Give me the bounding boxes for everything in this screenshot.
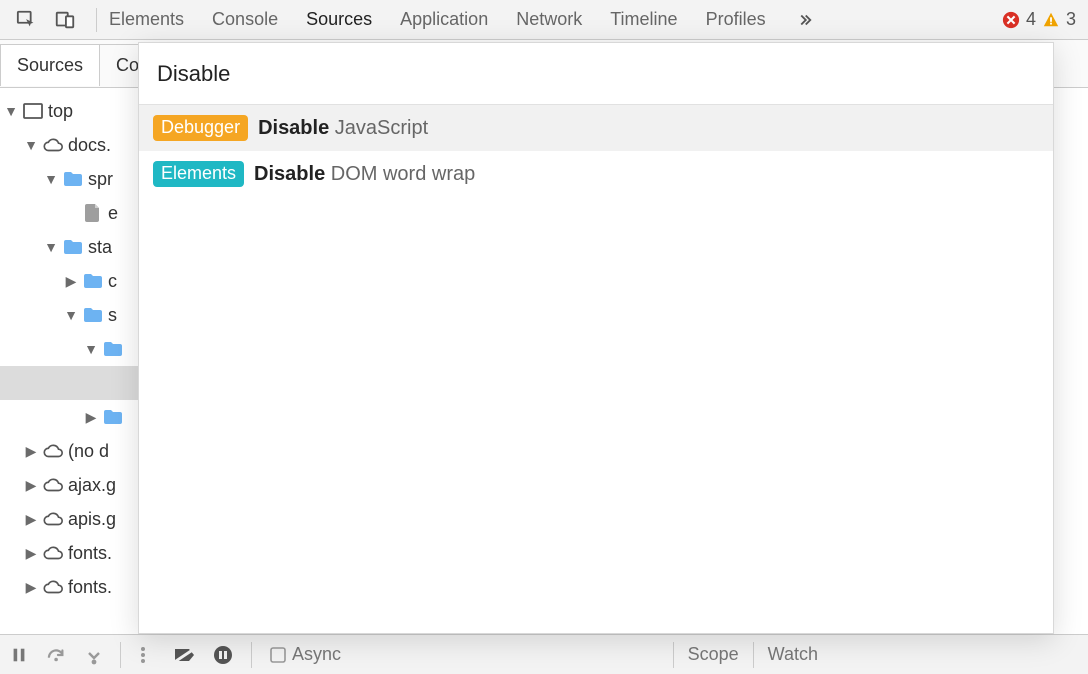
subtab-sources[interactable]: Sources [0, 44, 100, 86]
error-count: 4 [1026, 9, 1036, 30]
tree-item-label: sta [88, 237, 112, 258]
command-label: Disable DOM word wrap [254, 163, 475, 186]
error-icon [1002, 11, 1020, 29]
tree-row[interactable]: apis.g [0, 502, 138, 536]
deactivate-breakpoints-icon[interactable] [173, 646, 197, 664]
device-toggle-icon[interactable] [54, 9, 76, 31]
tab-network[interactable]: Network [516, 9, 582, 30]
tree-row[interactable]: sta [0, 230, 138, 264]
cloud-icon [42, 545, 64, 561]
warning-count: 3 [1066, 9, 1076, 30]
tree-arrow-icon[interactable] [24, 443, 38, 460]
pause-on-exceptions-icon[interactable] [213, 645, 233, 665]
folder-icon [82, 307, 104, 323]
command-palette-results: Debugger Disable JavaScript Elements Disabl… [139, 105, 1053, 197]
tree-row[interactable] [0, 366, 138, 400]
devtools-topbar: Elements Console Sources Application Net… [0, 0, 1088, 40]
tab-timeline[interactable]: Timeline [610, 9, 677, 30]
folder-icon [102, 341, 124, 357]
tab-profiles[interactable]: Profiles [706, 9, 766, 30]
pause-icon[interactable] [10, 646, 28, 664]
scope-tab[interactable]: Scope [688, 644, 739, 665]
panel-tabs: Elements Console Sources Application Net… [109, 9, 1002, 30]
tree-row[interactable]: docs. [0, 128, 138, 162]
tree-item-label: (no d [68, 441, 109, 462]
tab-elements[interactable]: Elements [109, 9, 184, 30]
folder-icon [102, 409, 124, 425]
step-into-icon[interactable] [86, 645, 102, 665]
toolbar-divider [120, 642, 121, 668]
tree-arrow-icon[interactable] [64, 307, 78, 323]
tree-row[interactable] [0, 332, 138, 366]
tab-application[interactable]: Application [400, 9, 488, 30]
category-badge: Debugger [153, 115, 248, 141]
tree-row[interactable]: top [0, 94, 138, 128]
tree-item-label: spr [88, 169, 113, 190]
async-label: Async [292, 644, 341, 665]
tree-item-label: c [108, 271, 117, 292]
tree-arrow-icon[interactable] [84, 409, 98, 426]
tree-arrow-icon[interactable] [84, 341, 98, 357]
tree-row[interactable]: fonts. [0, 570, 138, 604]
tree-item-label: docs. [68, 135, 111, 156]
more-icon[interactable] [139, 645, 147, 665]
tree-item-label: ajax.g [68, 475, 116, 496]
command-palette-item[interactable]: Debugger Disable JavaScript [139, 105, 1053, 151]
warning-icon [1042, 11, 1060, 29]
file-tree[interactable]: top docs. spr e sta cs (no d ajax.g apis.g fonts.… [0, 88, 138, 634]
cloud-icon [42, 511, 64, 527]
async-checkbox[interactable]: Async [270, 644, 341, 665]
debugger-toolbar: Async Scope Watch [0, 634, 1088, 674]
tree-arrow-icon[interactable] [24, 477, 38, 494]
tree-row[interactable]: ajax.g [0, 468, 138, 502]
folder-icon [82, 273, 104, 289]
command-label: Disable JavaScript [258, 117, 428, 140]
cloud-icon [42, 477, 64, 493]
command-palette-item[interactable]: Elements Disable DOM word wrap [139, 151, 1053, 197]
status-counters[interactable]: 4 3 [1002, 9, 1080, 30]
tree-item-label: e [108, 203, 118, 224]
tree-arrow-icon[interactable] [44, 239, 58, 255]
category-badge: Elements [153, 161, 244, 187]
tree-arrow-icon[interactable] [44, 171, 58, 187]
tree-arrow-icon[interactable] [24, 579, 38, 596]
tree-row[interactable]: spr [0, 162, 138, 196]
command-palette: Disable Debugger Disable JavaScript Elemen… [138, 42, 1054, 634]
tree-arrow-icon[interactable] [24, 137, 38, 153]
tree-row[interactable]: (no d [0, 434, 138, 468]
tree-row[interactable]: s [0, 298, 138, 332]
toolbar-divider-4 [753, 642, 754, 668]
step-over-icon[interactable] [46, 646, 68, 664]
tab-sources[interactable]: Sources [306, 9, 372, 30]
tab-console[interactable]: Console [212, 9, 278, 30]
tree-arrow-icon[interactable] [64, 273, 78, 290]
tree-row[interactable]: c [0, 264, 138, 298]
inspect-icon[interactable] [16, 9, 38, 31]
file-icon [82, 204, 104, 222]
tree-row[interactable] [0, 400, 138, 434]
tree-arrow-icon[interactable] [4, 103, 18, 119]
folder-icon [62, 171, 84, 187]
toolbar-divider-2 [251, 642, 252, 668]
watch-tab[interactable]: Watch [768, 644, 818, 665]
tree-arrow-icon[interactable] [24, 545, 38, 562]
command-palette-input[interactable]: Disable [139, 43, 1053, 105]
tree-item-label: fonts. [68, 543, 112, 564]
tree-item-label: apis.g [68, 509, 116, 530]
tree-row[interactable]: e [0, 196, 138, 230]
tree-arrow-icon[interactable] [24, 511, 38, 528]
toolbar-divider-3 [673, 642, 674, 668]
cloud-icon [42, 443, 64, 459]
tree-row[interactable]: fonts. [0, 536, 138, 570]
tree-item-label: fonts. [68, 577, 112, 598]
topbar-left-icons [8, 9, 84, 31]
folder-icon [62, 239, 84, 255]
frame-icon [22, 103, 44, 119]
tree-item-label: top [48, 101, 73, 122]
more-tabs-icon[interactable] [794, 11, 816, 29]
cloud-icon [42, 579, 64, 595]
cloud-icon [42, 137, 64, 153]
tree-item-label: s [108, 305, 117, 326]
topbar-divider [96, 8, 97, 32]
